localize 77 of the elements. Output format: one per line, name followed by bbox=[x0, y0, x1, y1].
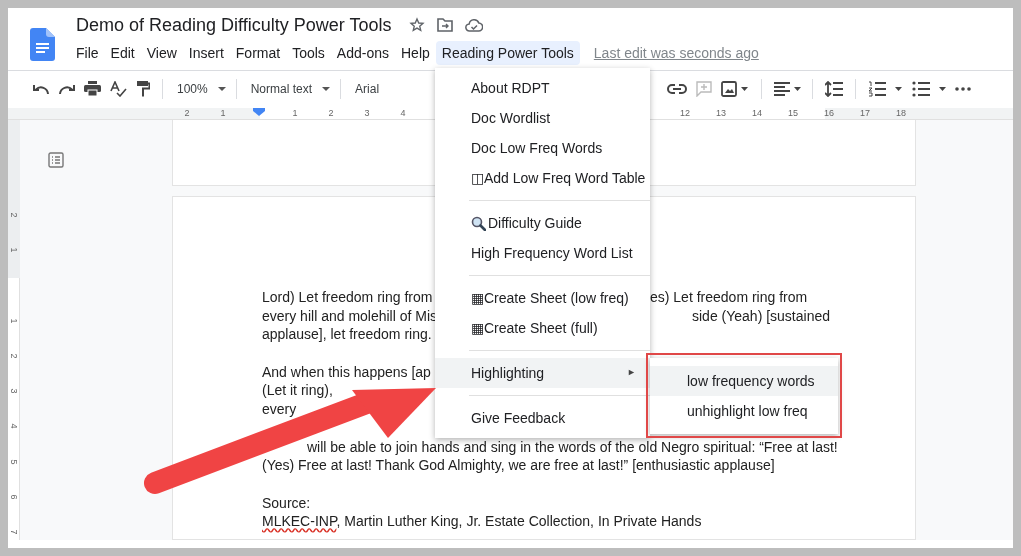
last-edit-link[interactable]: Last edit was seconds ago bbox=[593, 42, 759, 64]
ruler-number: 15 bbox=[787, 108, 799, 119]
search-icon bbox=[471, 215, 486, 231]
ruler-number: 1 bbox=[291, 108, 299, 119]
folder-icon[interactable] bbox=[437, 18, 454, 32]
menu-item[interactable]: Help bbox=[395, 41, 436, 65]
line-spacing-icon[interactable] bbox=[825, 80, 843, 97]
body-text: applause], let freedom ring. bbox=[262, 325, 432, 345]
menu-item[interactable]: Edit bbox=[104, 41, 141, 65]
ruler-number: 2 bbox=[9, 212, 19, 218]
ruler-number: 1 bbox=[219, 108, 227, 119]
menu-item[interactable]: Add-ons bbox=[330, 41, 395, 65]
ruler-number: 5 bbox=[9, 459, 19, 465]
ruler-number: 13 bbox=[715, 108, 727, 119]
body-text: side (Yeah) [sustained bbox=[692, 306, 831, 326]
menu-item[interactable]: Insert bbox=[182, 41, 230, 65]
body-text: es) Let freedom ring from bbox=[650, 288, 808, 307]
body-text: (Let it ring), bbox=[262, 381, 333, 401]
cloud-check-icon[interactable] bbox=[465, 18, 484, 32]
ruler-number: 4 bbox=[9, 423, 19, 429]
document-title[interactable]: Demo of Reading Difficulty Power Tools bbox=[76, 11, 392, 39]
style-dropdown[interactable]: Normal text bbox=[250, 79, 331, 98]
image-icon[interactable] bbox=[721, 80, 749, 97]
body-text: Lord) Let freedom ring from bbox=[262, 288, 433, 307]
align-left-icon[interactable] bbox=[774, 81, 802, 96]
ruler-number: 16 bbox=[823, 108, 835, 119]
menu-item[interactable]: Difficulty Guide bbox=[488, 212, 582, 234]
ruler-number: 6 bbox=[9, 494, 19, 500]
more-icon[interactable] bbox=[955, 86, 971, 91]
zoom-dropdown[interactable]: 100% bbox=[177, 79, 226, 98]
caret-icon[interactable] bbox=[322, 86, 331, 91]
paint-format-icon[interactable] bbox=[136, 80, 150, 97]
body-text: MLKEC-INP, Martin Luther King, Jr. Estate Collection, In Private Hands bbox=[262, 512, 702, 531]
body-text: every bbox=[262, 400, 297, 419]
undo-icon[interactable] bbox=[32, 82, 50, 95]
menu-item[interactable]: Give Feedback bbox=[435, 403, 650, 433]
menu-item[interactable]: Highlighting ► bbox=[435, 358, 650, 388]
ruler-number: 2 bbox=[183, 108, 191, 119]
ruler-number: 1 bbox=[9, 247, 19, 253]
body-text: (Yes) Free at last! Thank God Almighty, we are free at last!” [enthusiastic applause] bbox=[262, 456, 775, 475]
menu-item[interactable]: View bbox=[140, 41, 183, 65]
ruler-number: 18 bbox=[895, 108, 907, 119]
menu-item[interactable]: Format bbox=[229, 41, 287, 65]
menu-item[interactable]: low frequency words bbox=[650, 366, 838, 396]
ruler-number: 14 bbox=[751, 108, 763, 119]
ruler-number: 7 bbox=[9, 529, 19, 535]
menu-item[interactable]: File bbox=[70, 41, 105, 65]
menu-item[interactable]: Doc Low Freq Words bbox=[435, 133, 650, 163]
ruler-number: 1 bbox=[9, 318, 19, 324]
outline-icon[interactable] bbox=[48, 152, 64, 168]
ruler-number: 4 bbox=[399, 108, 407, 119]
ruler-number: 2 bbox=[327, 108, 335, 119]
menu-item[interactable]: ▦Create Sheet (low freq) bbox=[435, 283, 650, 313]
ruler-number: 2 bbox=[9, 353, 19, 359]
body-text: will be able to join hands and sing in the words of the old Negro spiritual: “Free at last! bbox=[307, 437, 838, 457]
print-icon[interactable] bbox=[84, 81, 101, 96]
menu-item[interactable]: Doc Wordlist bbox=[435, 103, 650, 133]
spellcheck-icon[interactable] bbox=[110, 80, 127, 97]
menu-item[interactable]: Reading Power Tools bbox=[435, 41, 580, 65]
redo-icon[interactable] bbox=[58, 82, 76, 95]
link-icon[interactable] bbox=[667, 83, 687, 94]
ruler-number: 12 bbox=[679, 108, 691, 119]
docs-logo-icon[interactable] bbox=[29, 28, 55, 61]
ruler-number: 3 bbox=[9, 388, 19, 394]
menu-item[interactable]: About RDPT bbox=[435, 73, 650, 103]
ruler-number: 3 bbox=[363, 108, 371, 119]
menu-item[interactable]: High Frequency Word List bbox=[435, 238, 650, 268]
caret-icon[interactable] bbox=[217, 86, 226, 91]
ruler-number: 17 bbox=[859, 108, 871, 119]
indent-marker-icon[interactable] bbox=[253, 108, 265, 116]
body-text: And when this happens [ap bbox=[262, 362, 431, 382]
star-icon[interactable] bbox=[409, 17, 426, 33]
menu-item[interactable]: Tools bbox=[286, 41, 331, 65]
menu-item[interactable]: unhighlight low freq bbox=[650, 396, 838, 426]
menu-item[interactable]: ▦Create Sheet (full) bbox=[435, 313, 650, 343]
body-text: Source: bbox=[262, 493, 311, 513]
menu-item[interactable]: ◫Add Low Freq Word Table bbox=[435, 163, 650, 193]
